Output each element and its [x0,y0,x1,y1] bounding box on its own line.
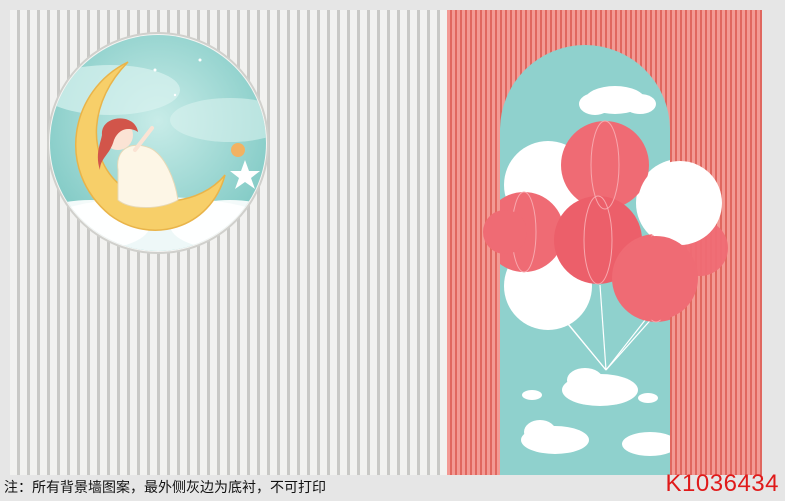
mural-artwork [47,32,728,475]
printing-note: 注：所有背景墙图案，最外侧灰边为底衬，不可打印 [4,480,326,496]
product-code: K1036434 [665,470,779,497]
moon-medallion [47,32,269,254]
mural-canvas: 注：所有背景墙图案，最外侧灰边为底衬，不可打印 K1036434 [0,0,785,501]
